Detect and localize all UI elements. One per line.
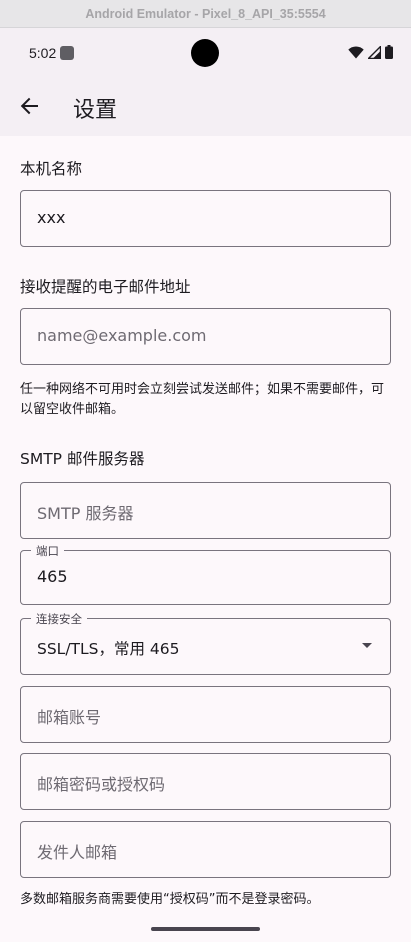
- smtp-password-placeholder: 邮箱密码或授权码: [37, 775, 166, 794]
- battery-icon: [385, 45, 393, 59]
- smtp-port-label: 端口: [31, 543, 64, 559]
- camera-cutout: [191, 39, 219, 67]
- device-name-label: 本机名称: [20, 160, 83, 178]
- emulator-title: Android Emulator - Pixel_8_API_35:5554: [85, 6, 326, 21]
- smtp-server-placeholder: SMTP 服务器: [37, 504, 134, 523]
- smtp-port-value: 465: [37, 567, 68, 586]
- wifi-icon: [348, 45, 364, 58]
- connection-security-select[interactable]: 连接安全 SSL/TLS，常用 465: [20, 611, 391, 675]
- alert-email-label: 接收提醒的电子邮件地址: [20, 278, 191, 296]
- app-bar: 设置: [0, 78, 411, 136]
- smtp-account-placeholder: 邮箱账号: [37, 708, 102, 727]
- smtp-account-field[interactable]: 邮箱账号: [20, 686, 391, 743]
- emulator-title-bar: Android Emulator - Pixel_8_API_35:5554: [0, 0, 411, 28]
- cell-signal-icon: [368, 45, 381, 59]
- smtp-server-field[interactable]: SMTP 服务器: [20, 482, 391, 539]
- back-button[interactable]: [14, 91, 44, 121]
- device-name-value: xxx: [37, 208, 66, 227]
- status-time: 5:02: [29, 45, 57, 61]
- smtp-port-field[interactable]: 端口 465: [20, 543, 391, 605]
- arrow-back-icon: [20, 97, 38, 115]
- alert-email-helper: 任一种网络不可用时会立刻尝试发送邮件；如果不需要邮件，可以留空收件邮箱。: [20, 382, 385, 417]
- alert-email-field[interactable]: name@example.com: [20, 308, 391, 365]
- device-name-field[interactable]: xxx: [20, 190, 391, 247]
- sender-email-field[interactable]: 发件人邮箱: [20, 821, 391, 878]
- smtp-password-field[interactable]: 邮箱密码或授权码: [20, 753, 391, 810]
- home-indicator[interactable]: [151, 927, 260, 931]
- connection-security-value: SSL/TLS，常用 465: [37, 640, 180, 658]
- status-bar: 5:02: [0, 28, 411, 78]
- alert-email-placeholder: name@example.com: [37, 326, 207, 345]
- dropdown-arrow-icon: [362, 643, 372, 648]
- sender-email-placeholder: 发件人邮箱: [37, 843, 118, 862]
- status-icons: [348, 45, 393, 59]
- page-title: 设置: [73, 98, 118, 123]
- smtp-helper: 多数邮箱服务商需要使用“授权码”而不是登录密码。: [20, 892, 320, 907]
- smtp-section-label: SMTP 邮件服务器: [20, 450, 145, 468]
- connection-security-label: 连接安全: [31, 611, 87, 627]
- notification-icon: [60, 46, 74, 60]
